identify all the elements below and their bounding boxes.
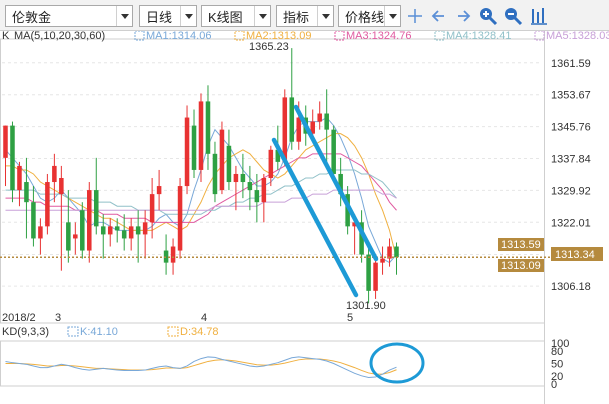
crosshair-icon[interactable] <box>405 6 425 26</box>
chevron-down-icon <box>180 6 196 26</box>
candle <box>331 125 336 178</box>
candle <box>3 125 8 187</box>
candle <box>247 165 253 211</box>
candle <box>128 218 134 251</box>
y-tick-label: 1353.67 <box>551 90 591 102</box>
chart-stage: K MA(5,10,20,30,60) MA1:1314.06 MA2:1313.… <box>0 31 609 404</box>
ma-legend: MA1:1314.06 MA2:1313.09 MA3:1324.76 MA4:132… <box>134 31 609 42</box>
chevron-down-icon <box>254 6 270 26</box>
symbol-dropdown-label: 伦敦金 <box>12 9 52 25</box>
candle <box>45 173 50 235</box>
chevron-down-icon <box>317 6 333 26</box>
candle <box>212 141 218 203</box>
candle <box>87 182 92 263</box>
candle <box>73 222 78 255</box>
candle <box>289 48 295 150</box>
candle <box>184 105 190 195</box>
ma-legend-value: MA1:1314.06 <box>146 31 211 42</box>
kd-tick-label: 80 <box>551 346 563 358</box>
y-tick-label: 1345.76 <box>551 122 591 134</box>
candle <box>387 238 392 267</box>
toolbar: 伦敦金 日线 K线图 指标 价格线 <box>0 0 609 31</box>
y-tick-label: 1306.18 <box>551 281 591 293</box>
candle <box>93 157 99 235</box>
kd-lines <box>5 356 397 378</box>
candle <box>380 246 385 275</box>
ma-label: MA(5,10,20,30,60) <box>14 31 105 42</box>
period-dropdown[interactable]: 日线 <box>139 5 197 27</box>
symbol-dropdown[interactable]: 伦敦金 <box>5 5 133 27</box>
candle <box>59 165 64 271</box>
candle <box>198 93 204 183</box>
y-tick-label: 1322.01 <box>551 217 591 229</box>
date-label-3: 4 <box>201 312 207 324</box>
chevron-down-icon <box>384 6 400 26</box>
ma-legend-value: MA4:1328.41 <box>446 31 511 42</box>
date-label-4: 5 <box>347 312 353 324</box>
d-line <box>5 358 397 375</box>
price-line-dropdown-label: 价格线 <box>345 9 384 25</box>
candle <box>10 121 15 203</box>
kd-tick-label: 50 <box>551 359 563 371</box>
low-annotation: 1301.90 <box>346 300 386 312</box>
kd-label: KD(9,3,3) <box>2 326 49 338</box>
candle <box>177 178 183 259</box>
ma-legend-value: MA5:1328.03 <box>546 31 609 42</box>
y-tick-label: 1337.84 <box>551 153 591 165</box>
date-label-1: 2018/2 <box>2 312 36 324</box>
chevron-down-icon <box>116 6 132 26</box>
price-tag-upper-text: 1313.59 <box>501 239 541 251</box>
main-panel-frame <box>0 38 545 324</box>
candle <box>80 202 85 259</box>
kd-highlight-circle <box>369 342 425 384</box>
candle <box>163 234 169 275</box>
candle <box>38 218 43 255</box>
y-tick-label: 1361.59 <box>551 58 591 70</box>
k-label: K:41.10 <box>80 326 118 338</box>
k-line <box>5 356 397 378</box>
candle <box>324 89 329 162</box>
candle <box>31 186 36 247</box>
trend-line-lower <box>271 137 359 298</box>
date-label-2: 3 <box>55 312 61 324</box>
candle <box>142 210 148 259</box>
period-dropdown-label: 日线 <box>146 9 173 25</box>
candle <box>261 173 267 223</box>
candle <box>366 246 371 304</box>
zoom-out-icon[interactable] <box>503 6 523 26</box>
candle <box>17 161 22 207</box>
candle <box>66 190 71 263</box>
kd-axis: 1008050200 <box>551 338 569 391</box>
d-legend-swatch <box>167 326 179 337</box>
chart-style-dropdown[interactable]: K线图 <box>201 5 271 27</box>
chart-style-dropdown-label: K线图 <box>208 9 243 25</box>
bar-chart-icon[interactable] <box>529 6 549 26</box>
candle <box>219 121 225 195</box>
candle <box>100 214 106 259</box>
arrow-right-icon[interactable] <box>453 6 473 26</box>
candle <box>156 169 162 211</box>
k-legend-swatch <box>67 326 79 337</box>
indicator-dropdown-label: 指标 <box>283 9 310 25</box>
zoom-in-icon[interactable] <box>478 6 498 26</box>
candle <box>373 258 378 299</box>
indicator-dropdown[interactable]: 指标 <box>276 5 334 27</box>
candle <box>52 153 57 203</box>
candle <box>226 129 232 191</box>
arrow-left-icon[interactable] <box>429 6 449 26</box>
candle <box>205 85 211 170</box>
current-price-text: 1313.34 <box>555 249 595 261</box>
candle <box>191 109 197 178</box>
kd-tick-label: 0 <box>551 379 557 391</box>
price-tag-lower-text: 1313.09 <box>501 260 541 272</box>
candle <box>394 242 399 275</box>
price-line-dropdown[interactable]: 价格线 <box>338 5 401 27</box>
candle <box>317 101 322 130</box>
y-tick-label: 1329.92 <box>551 185 591 197</box>
high-annotation: 1365.23 <box>249 41 289 53</box>
indicator-letter: K <box>2 31 10 42</box>
candle <box>121 214 127 251</box>
ma-legend-value: MA3:1324.76 <box>346 31 411 42</box>
d-label: D:34.78 <box>180 326 219 338</box>
